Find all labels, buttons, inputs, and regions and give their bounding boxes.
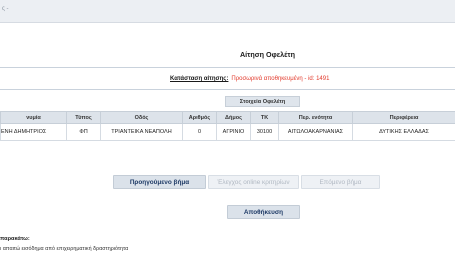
cell-postal-code: 30100 xyxy=(250,123,279,141)
column-header-postal-code: ΤΚ xyxy=(250,111,279,124)
column-header-street: Οδός xyxy=(100,111,183,124)
column-header-region: Περιφέρεια xyxy=(352,111,455,124)
breadcrumb[interactable]: ς - xyxy=(2,6,9,12)
notes-title: παρακάτω: xyxy=(0,236,30,242)
notes-text: ι απαιτώ εισόδημα από επιχειρηματική δρα… xyxy=(0,246,129,252)
cell-street: ΤΡΙΑΝΤΕΙΚΑ ΝΕΑΠΟΛΗ xyxy=(100,123,183,141)
section-title: Στοιχεία Οφελέτη xyxy=(225,96,300,107)
divider xyxy=(0,67,455,68)
column-header-number: Αριθμός xyxy=(182,111,217,124)
column-header-municipality: Δήμος xyxy=(216,111,251,124)
check-criteria-button[interactable]: Έλεγχος online κριτηρίων xyxy=(208,175,299,189)
column-header-type: Τύπος xyxy=(66,111,101,124)
beneficiary-table: νυμία Τύπος Οδός Αριθμός Δήμος ΤΚ Περ. ε… xyxy=(0,111,455,141)
cell-municipality: ΑΓΡΙΝΙΟ xyxy=(216,123,251,141)
application-status: Κατάσταση αίτησης: Προσωρινά αποθηκευμένη… xyxy=(170,76,329,82)
save-button[interactable]: Αποθήκευση xyxy=(227,205,300,219)
cell-number: 0 xyxy=(182,123,217,141)
table-row: ΕΝΗ ΔΗΜΗΤΡΙΟΣ ΦΠ ΤΡΙΑΝΤΕΙΚΑ ΝΕΑΠΟΛΗ 0 ΑΓ… xyxy=(0,123,455,141)
cell-regional-unit: ΑΙΤΩΛΟΑΚΑΡΝΑΝΙΑΣ xyxy=(278,123,353,141)
cell-region: ΔΥΤΙΚΗΣ ΕΛΛΑΔΑΣ xyxy=(352,123,455,141)
cell-name: ΕΝΗ ΔΗΜΗΤΡΙΟΣ xyxy=(0,123,67,141)
page-title: Αίτηση Οφελέτη xyxy=(239,50,296,59)
status-value: Προσωρινά αποθηκευμένη - id: 1491 xyxy=(231,76,330,82)
previous-step-button[interactable]: Προηγούμενο βήμα xyxy=(113,175,206,189)
top-bar: ς - xyxy=(0,0,455,23)
status-label: Κατάσταση αίτησης: xyxy=(170,76,229,82)
cell-type: ΦΠ xyxy=(66,123,101,141)
column-header-regional-unit: Περ. ενότητα xyxy=(278,111,353,124)
next-step-button[interactable]: Επόμενο βήμα xyxy=(301,175,380,189)
column-header-name: νυμία xyxy=(0,111,67,124)
divider xyxy=(0,89,455,90)
table-header-row: νυμία Τύπος Οδός Αριθμός Δήμος ΤΚ Περ. ε… xyxy=(0,111,455,124)
